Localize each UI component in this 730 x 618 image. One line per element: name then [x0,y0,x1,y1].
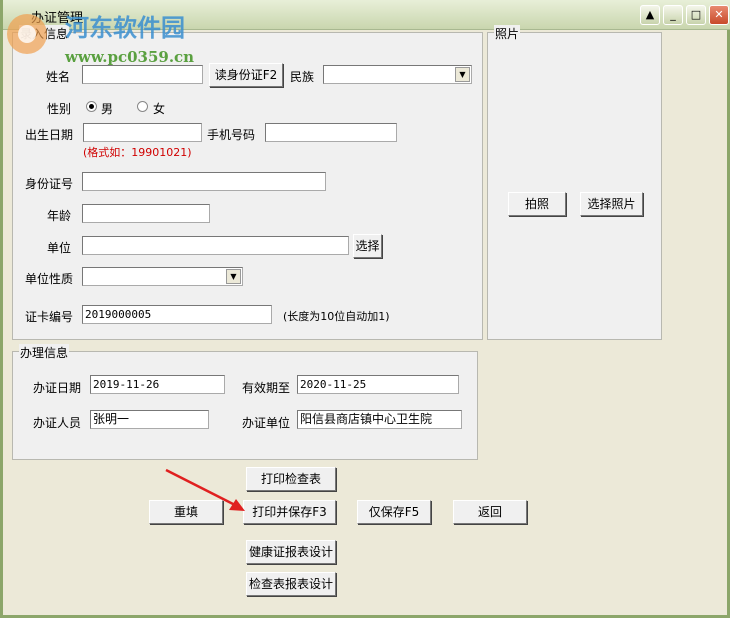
red-arrow-annotation [165,468,245,511]
main-window: 办证管理 ▲ _ □ ✕ 录入信息 姓名 读身份证F2 民族 ▼ 性别 男 女 … [0,0,730,618]
